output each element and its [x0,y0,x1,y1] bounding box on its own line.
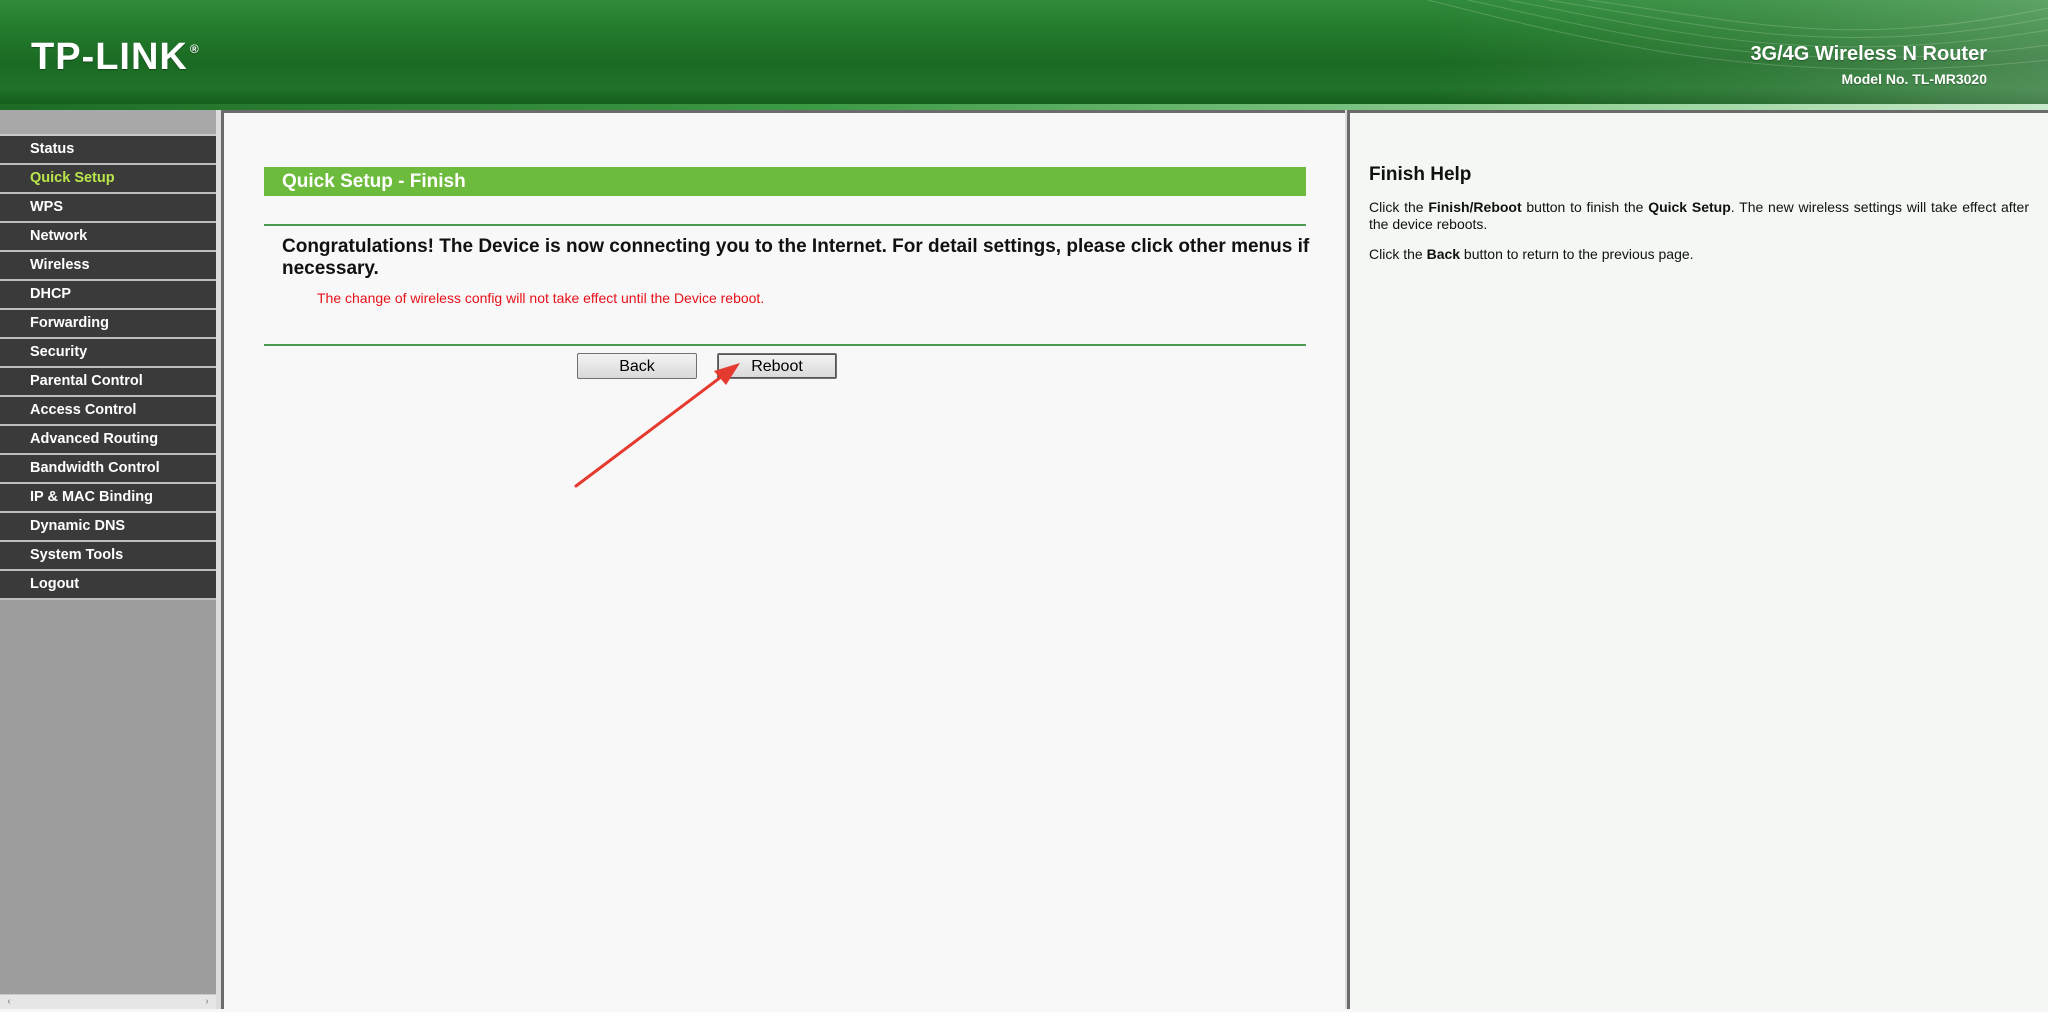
scroll-right-icon[interactable]: › [200,995,214,1009]
page-title: Quick Setup - Finish [264,167,1306,196]
scroll-left-icon[interactable]: ‹ [2,995,16,1009]
help-text: Click the [1369,246,1427,262]
help-paragraph-back: Click the Back button to return to the p… [1369,246,2029,263]
sidebar-item-wps[interactable]: WPS [0,194,216,223]
registered-mark: ® [189,42,200,56]
help-text: Click the [1369,199,1429,215]
sidebar-item-system-tools[interactable]: System Tools [0,542,216,571]
sidebar-item-wireless[interactable]: Wireless [0,252,216,281]
logo-text: TP-LINK [31,36,188,78]
sidebar-item-network[interactable]: Network [0,223,216,252]
sidebar-item-access-control[interactable]: Access Control [0,397,216,426]
reboot-button[interactable]: Reboot [717,353,837,379]
model-number: Model No. TL-MR3020 [1841,71,1987,87]
divider-bottom [264,344,1306,346]
sidebar-item-bandwidth-control[interactable]: Bandwidth Control [0,455,216,484]
main-content-frame: Quick Setup - Finish Congratulations! Th… [221,110,1345,1009]
help-keyword-finish-reboot: Finish/Reboot [1428,199,1522,215]
sidebar-item-advanced-routing[interactable]: Advanced Routing [0,426,216,455]
sidebar-item-security[interactable]: Security [0,339,216,368]
sidebar-item-quick-setup[interactable]: Quick Setup [0,165,216,194]
help-title: Finish Help [1369,164,1472,185]
sidebar-item-status[interactable]: Status [0,136,216,165]
sidebar-menu: Status Quick Setup WPS Network Wireless … [0,110,216,1009]
help-text: button to return to the previous page. [1460,246,1694,262]
help-text: button to finish the [1521,199,1649,215]
help-keyword-quick-setup: Quick Setup [1648,199,1731,215]
sidebar-item-dhcp[interactable]: DHCP [0,281,216,310]
help-panel: Finish Help Click the Finish/Reboot butt… [1347,110,2048,1009]
congratulations-message: Congratulations! The Device is now conne… [282,236,1310,279]
sidebar-top-spacer [0,110,216,136]
header-banner: TP-LINK ® 3G/4G Wireless N Router Model N… [0,0,2048,104]
back-button[interactable]: Back [577,353,697,379]
divider-top [264,224,1306,226]
tp-link-logo: TP-LINK ® [31,36,200,79]
reboot-warning-note: The change of wireless config will not t… [317,290,765,306]
product-name: 3G/4G Wireless N Router [1750,43,1987,65]
sidebar-item-logout[interactable]: Logout [0,571,216,600]
help-keyword-back: Back [1426,246,1461,262]
sidebar-item-dynamic-dns[interactable]: Dynamic DNS [0,513,216,542]
sidebar-item-parental-control[interactable]: Parental Control [0,368,216,397]
sidebar-horizontal-scrollbar[interactable]: ‹ › [0,994,216,1009]
sidebar-item-ip-mac-binding[interactable]: IP & MAC Binding [0,484,216,513]
sidebar-item-forwarding[interactable]: Forwarding [0,310,216,339]
help-paragraph-finish: Click the Finish/Reboot button to finish… [1369,199,2029,233]
